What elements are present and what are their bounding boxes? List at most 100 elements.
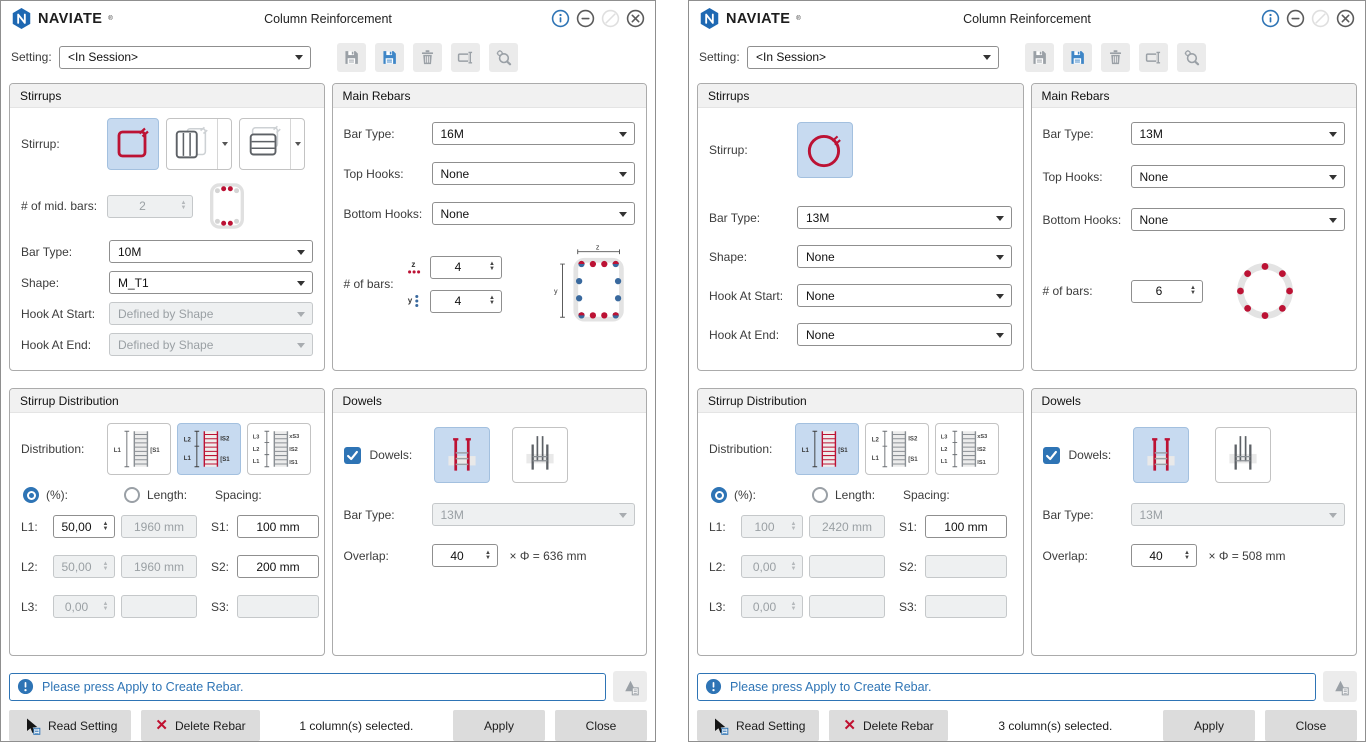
l3-percent-spinner: 0,00▲▼ [53, 595, 115, 618]
l3-length-field [809, 595, 885, 618]
rename-setting-button[interactable] [1139, 43, 1168, 72]
warning-list-button[interactable] [1323, 671, 1357, 702]
distribution-two-zones-button[interactable]: L2 L1 IS2 [S1 [177, 423, 241, 475]
apply-button[interactable]: Apply [453, 710, 545, 741]
distribution-uniform-button[interactable]: L1 [S1 [107, 423, 171, 475]
magnifier-gear-icon [1183, 49, 1200, 66]
preview-setting-button[interactable] [1177, 43, 1206, 72]
percent-radio[interactable] [23, 487, 39, 503]
top-hooks-select[interactable]: None [1131, 165, 1346, 188]
svg-text:L1: L1 [802, 447, 810, 454]
dowels-checkbox[interactable] [1043, 447, 1060, 464]
delete-setting-button[interactable] [413, 43, 442, 72]
save-setting-button[interactable] [1025, 43, 1054, 72]
stirrup-bar-type-select[interactable]: 10M [109, 240, 313, 263]
num-bars-z-spinner[interactable]: 4 ▲▼ [430, 256, 502, 279]
main-rebars-header: Main Rebars [1032, 84, 1357, 108]
save-as-setting-button[interactable] [1063, 43, 1092, 72]
svg-text:L1: L1 [184, 455, 192, 462]
info-button[interactable] [1261, 9, 1280, 28]
read-setting-button[interactable]: Read Setting [9, 710, 131, 741]
stirrup-bar-type-select[interactable]: 13M [797, 206, 1012, 229]
maximize-button-disabled [601, 9, 620, 28]
dowels-straight-button[interactable] [1133, 427, 1189, 483]
l1-percent-spinner[interactable]: 50,00▲▼ [53, 515, 115, 538]
s1-spacing-field[interactable]: 100 mm [237, 515, 319, 538]
bottom-hooks-select[interactable]: None [432, 202, 636, 225]
distribution-two-zones-button[interactable]: L2 L1 IS2 [S1 [865, 423, 929, 475]
stirrups-header: Stirrups [10, 84, 324, 108]
num-bars-spinner[interactable]: 6 ▲▼ [1131, 280, 1203, 303]
percent-radio[interactable] [711, 487, 727, 503]
shape-label: Shape: [21, 276, 109, 290]
stirrup-shape-select[interactable]: None [797, 245, 1012, 268]
s3-spacing-field [237, 595, 319, 618]
setting-select[interactable]: <In Session> [59, 46, 311, 69]
overlap-spinner[interactable]: 40▲▼ [1131, 544, 1197, 567]
stirrup-horizontal-dropdown-arrow[interactable] [290, 119, 304, 169]
delete-rebar-button[interactable]: ✕ Delete Rebar [141, 710, 259, 741]
dowels-offset-button[interactable] [1215, 427, 1271, 483]
rename-setting-button[interactable] [451, 43, 480, 72]
main-bar-type-select[interactable]: 16M [432, 122, 636, 145]
preview-setting-button[interactable] [489, 43, 518, 72]
close-button[interactable] [626, 9, 645, 28]
stirrup-shape-select[interactable]: M_T1 [109, 271, 313, 294]
stirrup-distribution-group: Stirrup Distribution Distribution: L1 [S… [697, 388, 1024, 656]
distribution-three-zones-button[interactable]: L3 L2 L1 xS3 IS2 IS1 [935, 423, 999, 475]
stirrup-vertical-dropdown-arrow[interactable] [217, 119, 231, 169]
s2-spacing-field [925, 555, 1007, 578]
footer: Read Setting ✕ Delete Rebar 3 column(s) … [689, 702, 1365, 741]
length-radio[interactable] [124, 487, 140, 503]
hook-at-end-select[interactable]: None [797, 323, 1012, 346]
close-button[interactable] [1336, 9, 1355, 28]
stirrup-type-rect-button[interactable] [107, 118, 159, 170]
save-setting-button[interactable] [337, 43, 366, 72]
stirrup-type-circle-button[interactable] [797, 122, 853, 178]
l1-label: L1: [709, 520, 735, 534]
cursor-read-icon [23, 717, 41, 735]
save-as-setting-button[interactable] [375, 43, 404, 72]
info-button[interactable] [551, 9, 570, 28]
s2-spacing-field[interactable]: 200 mm [237, 555, 319, 578]
minimize-button[interactable] [1286, 9, 1305, 28]
dowels-offset-button[interactable] [512, 427, 568, 483]
stirrups-group: Stirrups Stirrup: [9, 83, 325, 371]
dowels-checkbox[interactable] [344, 447, 361, 464]
overlap-spinner[interactable]: 40▲▼ [432, 544, 498, 567]
hook-at-end-select: Defined by Shape [109, 333, 313, 356]
apply-button[interactable]: Apply [1163, 710, 1255, 741]
bar-type-label: Bar Type: [344, 127, 432, 141]
delete-rebar-button[interactable]: ✕ Delete Rebar [829, 710, 947, 741]
stirrup-distribution-header: Stirrup Distribution [10, 389, 324, 413]
length-radio[interactable] [812, 487, 828, 503]
close-button-footer[interactable]: Close [1265, 710, 1357, 741]
warning-list-button[interactable] [613, 671, 647, 702]
close-button-footer[interactable]: Close [555, 710, 647, 741]
distribution-uniform-button[interactable]: L1 [S1 [795, 423, 859, 475]
stirrup-distribution-group: Stirrup Distribution Distribution: L1 [S… [9, 388, 325, 656]
stirrup-type-horizontal-split-button[interactable] [239, 118, 305, 170]
setting-select[interactable]: <In Session> [747, 46, 999, 69]
svg-text:IS1: IS1 [977, 460, 985, 466]
hook-at-start-select[interactable]: None [797, 284, 1012, 307]
svg-text:y: y [554, 288, 558, 296]
s1-spacing-field[interactable]: 100 mm [925, 515, 1007, 538]
bar-type-label: Bar Type: [21, 245, 109, 259]
bottom-hooks-select[interactable]: None [1131, 208, 1346, 231]
top-hooks-label: Top Hooks: [344, 167, 432, 181]
bar-type-label: Bar Type: [1043, 127, 1131, 141]
hook-at-start-label: Hook At Start: [21, 307, 109, 321]
delete-setting-button[interactable] [1101, 43, 1130, 72]
num-bars-y-spinner[interactable]: 4 ▲▼ [430, 290, 502, 313]
read-setting-button[interactable]: Read Setting [697, 710, 819, 741]
dowels-straight-button[interactable] [434, 427, 490, 483]
l2-percent-spinner: 50,00▲▼ [53, 555, 115, 578]
distribution-three-zones-button[interactable]: L3 L2 L1 xS3 IS2 IS1 [247, 423, 311, 475]
main-bar-type-select[interactable]: 13M [1131, 122, 1346, 145]
minimize-button[interactable] [576, 9, 595, 28]
stirrup-type-vertical-split-button[interactable] [166, 118, 232, 170]
svg-text:L2: L2 [253, 447, 260, 453]
top-hooks-select[interactable]: None [432, 162, 636, 185]
svg-text:[S1: [S1 [838, 447, 848, 454]
